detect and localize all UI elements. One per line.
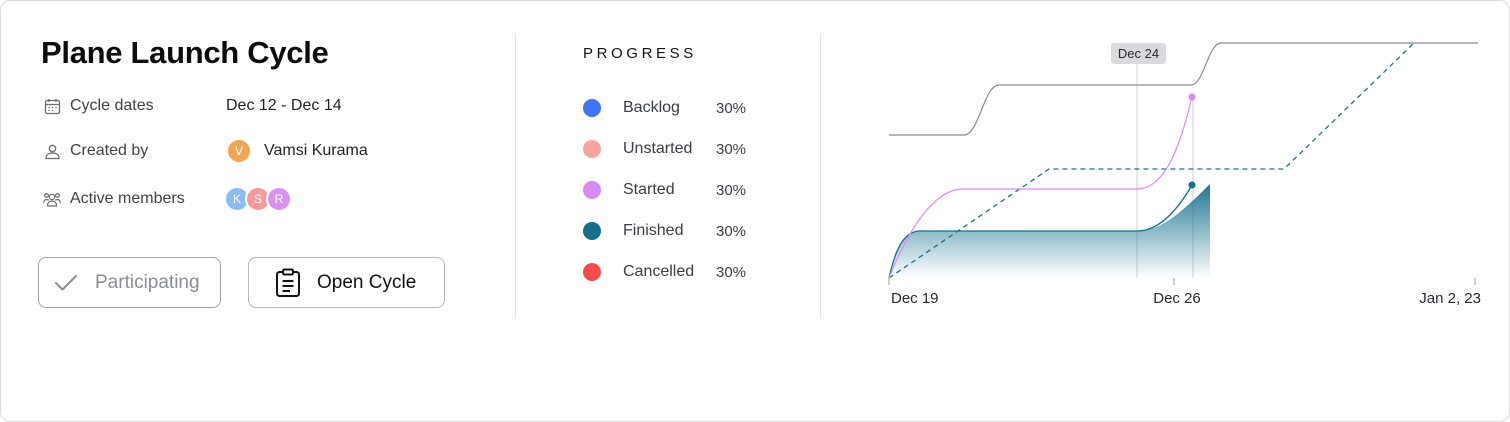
- x-tick-label: Dec 19: [891, 290, 939, 307]
- progress-chart: Dec 24 Dec 19 Dec 26 Jan 2, 23: [888, 42, 1481, 307]
- creator-avatar[interactable]: V: [226, 138, 252, 164]
- progress-label: Unstarted: [623, 140, 693, 157]
- calendar-icon: [43, 97, 61, 115]
- user-icon: [43, 142, 61, 160]
- progress-item-backlog: Backlog 30%: [583, 98, 746, 118]
- progress-label: Started: [623, 181, 675, 198]
- open-cycle-label: Open Cycle: [317, 271, 417, 293]
- cycle-dates-label: Cycle dates: [70, 97, 154, 114]
- progress-percent: 30%: [716, 99, 747, 117]
- participating-button[interactable]: Participating: [38, 257, 221, 308]
- section-divider: [820, 34, 821, 318]
- status-dot: [583, 140, 601, 158]
- active-members-row: Active members K S R: [43, 186, 292, 212]
- progress-item-finished: Finished 30%: [583, 221, 746, 241]
- status-dot: [583, 222, 601, 240]
- progress-percent: 30%: [716, 140, 747, 158]
- cycle-dates-row: Cycle dates Dec 12 - Dec 14: [43, 93, 342, 119]
- active-members-label: Active members: [70, 190, 185, 207]
- started-data-point[interactable]: [1188, 93, 1196, 101]
- clipboard-icon: [275, 268, 301, 298]
- created-by-label: Created by: [70, 142, 149, 159]
- open-cycle-button[interactable]: Open Cycle: [248, 257, 445, 308]
- progress-item-unstarted: Unstarted 30%: [583, 139, 746, 159]
- status-dot: [583, 181, 601, 199]
- participating-label: Participating: [95, 271, 200, 293]
- progress-percent: 30%: [716, 263, 747, 281]
- progress-item-cancelled: Cancelled 30%: [583, 262, 746, 282]
- tooltip-label: Dec 24: [1118, 46, 1159, 61]
- members-icon: [43, 190, 61, 208]
- status-dot: [583, 263, 601, 281]
- created-by-row: Created by V Vamsi Kurama: [43, 138, 368, 164]
- status-dot: [583, 99, 601, 117]
- cycle-title: Plane Launch Cycle: [41, 35, 329, 70]
- progress-label: Backlog: [623, 99, 680, 116]
- member-avatar[interactable]: R: [266, 186, 292, 212]
- creator-name: Vamsi Kurama: [264, 142, 368, 159]
- cycle-dates-value: Dec 12 - Dec 14: [226, 97, 342, 114]
- x-tick-label: Jan 2, 23: [1419, 290, 1481, 307]
- progress-percent: 30%: [716, 222, 747, 240]
- progress-item-started: Started 30%: [583, 180, 746, 200]
- progress-percent: 30%: [716, 181, 747, 199]
- check-icon: [54, 274, 78, 292]
- total-scope-line: [889, 42, 1478, 136]
- section-divider: [515, 34, 516, 318]
- cycle-card: Plane Launch Cycle Cycle dates Dec 12 - …: [0, 0, 1510, 422]
- x-tick-label: Dec 26: [1153, 290, 1201, 307]
- progress-heading: PROGRESS: [583, 45, 697, 62]
- progress-label: Finished: [623, 222, 684, 239]
- member-avatars: K S R: [224, 186, 292, 212]
- progress-label: Cancelled: [623, 263, 695, 280]
- finished-data-point[interactable]: [1188, 181, 1196, 189]
